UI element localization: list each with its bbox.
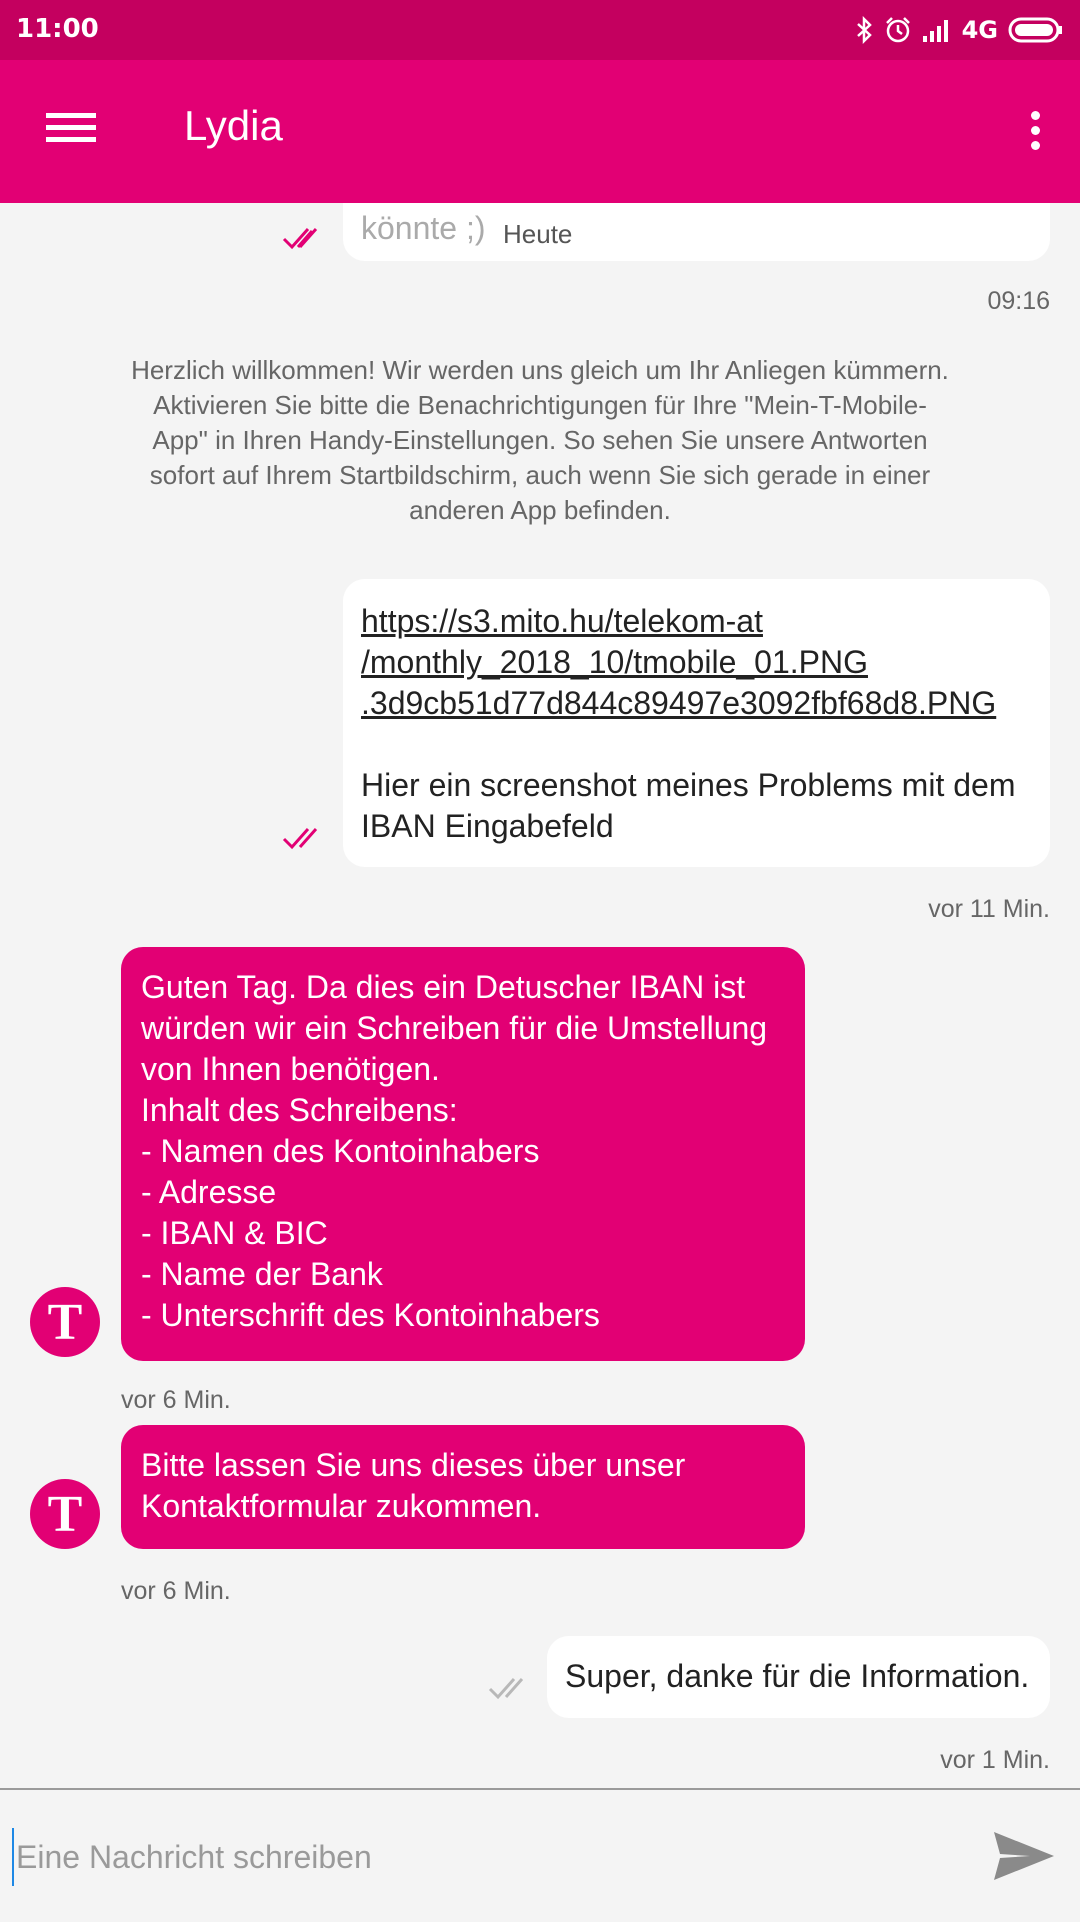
message-outgoing: könnte ;) Heute <box>343 203 1050 261</box>
menu-icon[interactable] <box>40 106 102 156</box>
message-text: könnte ;) <box>361 210 486 246</box>
message-text: Super, danke für die Information. <box>565 1658 1030 1694</box>
composer-bar <box>0 1788 1080 1922</box>
system-message: Herzlich willkommen! Wir werden uns glei… <box>131 355 949 525</box>
message-link[interactable]: https://s3.mito.hu/telekom-at /monthly_2… <box>361 601 1032 724</box>
more-vert-icon[interactable] <box>1020 106 1050 158</box>
status-time: 11:00 <box>16 14 99 44</box>
message-time: vor 6 Min. <box>121 1386 231 1414</box>
bluetooth-icon <box>856 16 874 44</box>
message-input[interactable] <box>12 1828 958 1886</box>
double-check-icon <box>282 828 318 850</box>
message-list[interactable]: könnte ;) Heute 09:16 Herzlich willkomme… <box>0 203 1080 1788</box>
send-icon[interactable] <box>990 1826 1058 1886</box>
message-text: Hier ein screenshot meines Problems mit … <box>361 767 1016 844</box>
double-check-icon <box>488 1678 524 1700</box>
alarm-icon <box>884 16 912 44</box>
double-check-icon <box>282 228 318 250</box>
network-type: 4G <box>961 16 998 44</box>
message-time: vor 6 Min. <box>121 1577 231 1605</box>
battery-icon <box>1008 16 1064 44</box>
message-time: vor 11 Min. <box>928 895 1050 923</box>
telekom-logo: T <box>30 1287 100 1357</box>
app-bar: Lydia <box>0 60 1080 203</box>
message-time: 09:16 <box>987 287 1050 315</box>
message-incoming: Guten Tag. Da dies ein Detuscher IBAN is… <box>121 947 805 1361</box>
status-icons: 4G <box>856 12 1064 48</box>
status-bar: 11:00 4G <box>0 0 1080 60</box>
message-time: vor 1 Min. <box>940 1746 1050 1774</box>
telekom-logo: T <box>30 1479 100 1549</box>
message-meta: Heute <box>503 219 573 249</box>
message-incoming: Bitte lassen Sie uns dieses über unser K… <box>121 1425 805 1549</box>
message-outgoing: https://s3.mito.hu/telekom-at /monthly_2… <box>343 579 1050 867</box>
page-title: Lydia <box>184 102 283 149</box>
message-outgoing: Super, danke für die Information. <box>547 1636 1050 1718</box>
signal-icon <box>922 18 952 42</box>
